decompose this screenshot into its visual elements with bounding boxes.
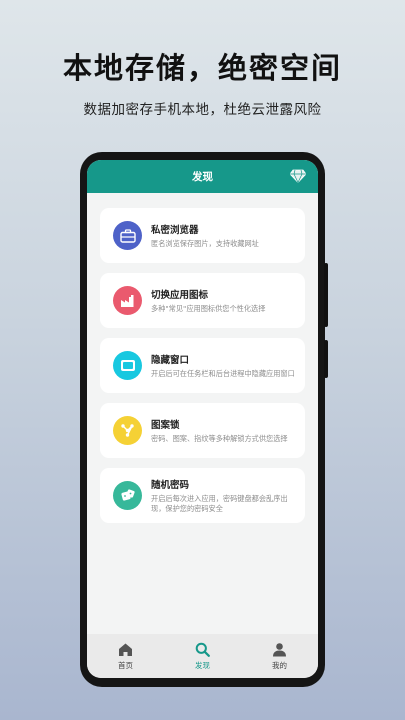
phone-volume-button <box>324 263 328 327</box>
tab-discover[interactable]: 发现 <box>173 642 233 671</box>
feature-desc: 密码、图案、指纹等多种解锁方式供您选择 <box>151 434 288 444</box>
promo-subline: 数据加密存手机本地，杜绝云泄露风险 <box>83 102 322 118</box>
feature-card-random-password[interactable]: 随机密码 开启后每次进入应用，密码键盘都会乱序出现，保护您的密码安全 <box>100 468 305 523</box>
feature-title: 图案锁 <box>151 420 180 432</box>
dice-icon <box>113 481 142 510</box>
bottom-tab-bar: 首页 发现 我的 <box>87 634 318 678</box>
feature-title: 隐藏窗口 <box>151 355 190 367</box>
feature-title: 切换应用图标 <box>151 290 209 302</box>
feature-desc: 匿名浏览保存图片，支持收藏网址 <box>151 239 259 249</box>
feature-desc: 开启后每次进入应用，密码键盘都会乱序出现，保护您的密码安全 <box>151 494 288 513</box>
feature-card-switch-icon[interactable]: 切换应用图标 多种"常见"应用图标供您个性化选择 <box>100 273 305 328</box>
briefcase-icon <box>113 221 142 250</box>
promo-headline: 本地存储，绝密空间 <box>62 51 342 85</box>
window-icon <box>113 351 142 380</box>
tab-label: 我的 <box>272 660 287 670</box>
factory-icon <box>113 286 142 315</box>
phone-power-button <box>324 340 328 378</box>
feature-card-private-browser[interactable]: 私密浏览器 匿名浏览保存图片，支持收藏网址 <box>100 208 305 263</box>
feature-desc: 多种"常见"应用图标供您个性化选择 <box>151 304 266 314</box>
tab-label: 发现 <box>195 660 210 670</box>
app-bar: 发现 <box>87 160 318 193</box>
tab-label: 首页 <box>118 660 133 670</box>
tab-mine[interactable]: 我的 <box>250 642 310 671</box>
pattern-lock-icon <box>113 416 142 445</box>
feature-card-pattern-lock[interactable]: 图案锁 密码、图案、指纹等多种解锁方式供您选择 <box>100 403 305 458</box>
page-title: 发现 <box>192 171 213 183</box>
home-icon <box>119 643 132 656</box>
feature-desc: 开启后可在任务栏和后台进程中隐藏应用窗口 <box>151 369 295 379</box>
feature-list: 私密浏览器 匿名浏览保存图片，支持收藏网址 切换应用图标 多种"常见"应用图标供… <box>87 193 318 523</box>
phone-screen: 发现 私密浏览器 匿名浏览保存图片，支持收藏网址 切换应用图标 多种"常见"应用… <box>87 160 318 678</box>
feature-title: 私密浏览器 <box>151 225 199 237</box>
feature-card-hide-window[interactable]: 隐藏窗口 开启后可在任务栏和后台进程中隐藏应用窗口 <box>100 338 305 393</box>
tab-home[interactable]: 首页 <box>96 642 156 671</box>
diamond-icon[interactable] <box>290 169 306 183</box>
feature-title: 随机密码 <box>151 480 190 492</box>
search-icon <box>195 642 210 657</box>
user-icon <box>273 642 286 656</box>
